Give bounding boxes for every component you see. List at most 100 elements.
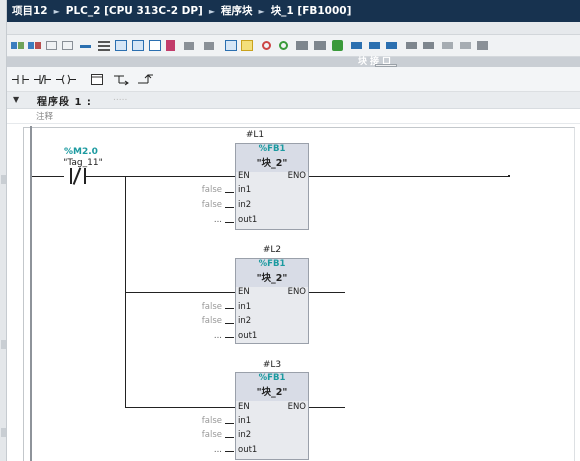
rung-wire xyxy=(85,176,235,177)
branch-wire xyxy=(125,407,235,408)
panel-collapse-handle[interactable] xyxy=(1,428,6,437)
rung-wire xyxy=(32,176,64,177)
param-in2[interactable]: false xyxy=(180,430,222,440)
go-to-previous-icon[interactable] xyxy=(350,39,364,52)
zoom-out-icon[interactable] xyxy=(224,39,238,52)
pin-stub xyxy=(225,337,234,338)
param-out1[interactable]: ... xyxy=(180,331,222,341)
monitor-off-icon[interactable] xyxy=(277,39,291,52)
pin-stub xyxy=(225,423,234,424)
absolute-operands-icon[interactable] xyxy=(148,39,162,52)
param-in1[interactable]: false xyxy=(180,302,222,312)
network-header[interactable]: ▼ 程序段 1 : ..... xyxy=(7,92,580,109)
eno-end-dot xyxy=(508,175,510,177)
breadcrumb-item-program-blocks[interactable]: 程序块 xyxy=(221,5,253,17)
network-title: 程序段 1 : xyxy=(37,97,92,108)
empty-box-icon[interactable] xyxy=(90,72,104,87)
close-branch-icon[interactable] xyxy=(138,72,154,87)
ladder-favorites-toolbar xyxy=(7,67,580,92)
instance-label[interactable]: #L1 xyxy=(218,130,292,140)
chevron-right-icon: ► xyxy=(258,7,265,16)
chevron-right-icon: ► xyxy=(53,7,60,16)
network-options-icon[interactable] xyxy=(79,39,93,52)
panel-collapse-handle[interactable] xyxy=(1,340,6,349)
favorites-icon[interactable] xyxy=(131,39,145,52)
param-in1[interactable]: false xyxy=(180,185,222,195)
fb-number: %FB1 xyxy=(258,144,286,154)
breadcrumb-item-plc[interactable]: PLC_2 [CPU 313C-2 DP] xyxy=(66,5,203,17)
pin-stub xyxy=(225,207,234,208)
comment-divider xyxy=(7,123,580,124)
editor-toolbar xyxy=(7,35,580,57)
left-panel-edge xyxy=(0,0,7,461)
contact-tag[interactable]: "Tag_11" xyxy=(51,158,115,168)
pin-stub xyxy=(225,437,234,438)
breadcrumb: 项目12 ► PLC_2 [CPU 313C-2 DP] ► 程序块 ► 块_1 [FB10… xyxy=(7,0,580,22)
breadcrumb-item-project[interactable]: 项目12 xyxy=(12,5,48,17)
append-row-icon[interactable] xyxy=(61,39,75,52)
go-to-next-icon[interactable] xyxy=(368,39,382,52)
callstruct-icon[interactable] xyxy=(240,39,254,52)
pin-out1: out1 xyxy=(238,331,258,341)
network-comment[interactable]: 注释 xyxy=(36,110,53,122)
pin-out1: out1 xyxy=(238,445,258,455)
compare-icon[interactable] xyxy=(295,39,309,52)
pin-in2: in2 xyxy=(238,430,252,440)
pin-in1: in1 xyxy=(238,302,252,312)
monitor-on-icon[interactable] xyxy=(260,39,274,52)
replace-icon[interactable] xyxy=(405,39,419,52)
open-all-networks-icon[interactable] xyxy=(165,39,179,52)
param-in2[interactable]: false xyxy=(180,200,222,210)
network-title-field[interactable]: ..... xyxy=(113,93,127,103)
param-out1[interactable]: ... xyxy=(180,215,222,225)
eno-wire xyxy=(309,407,345,408)
nc-contact-icon[interactable] xyxy=(34,72,52,87)
pin-stub xyxy=(225,192,234,193)
fb-number: %FB1 xyxy=(258,373,286,383)
settings-icon[interactable] xyxy=(476,39,490,52)
insert-row-icon[interactable] xyxy=(45,39,59,52)
block-interface-bar[interactable]: 块接口 xyxy=(7,57,580,67)
upload-icon[interactable] xyxy=(441,39,455,52)
collapse-triangle-icon[interactable]: ▼ xyxy=(13,95,19,104)
param-out1[interactable]: ... xyxy=(180,445,222,455)
coil-icon[interactable] xyxy=(56,72,76,87)
fb-name: "块_2" xyxy=(256,387,288,398)
delete-network-icon[interactable] xyxy=(28,39,42,52)
pin-in2: in2 xyxy=(238,200,252,210)
breadcrumb-item-block[interactable]: 块_1 [FB1000] xyxy=(271,5,352,17)
instance-label[interactable]: #L3 xyxy=(235,360,309,370)
open-branch-icon[interactable] xyxy=(114,72,130,87)
pin-eno: ENO xyxy=(287,402,306,412)
no-contact-icon[interactable] xyxy=(12,72,30,87)
insert-network-icon[interactable] xyxy=(11,39,25,52)
instance-label[interactable]: #L2 xyxy=(235,245,309,255)
cross-reference-icon[interactable] xyxy=(313,39,327,52)
zoom-in-icon[interactable] xyxy=(203,39,217,52)
eno-wire xyxy=(309,176,509,177)
pin-stub xyxy=(225,451,234,452)
show-comments-icon[interactable] xyxy=(97,39,111,52)
download-icon[interactable] xyxy=(422,39,436,52)
go-to-error-icon[interactable] xyxy=(331,39,345,52)
help-icon[interactable] xyxy=(459,39,473,52)
find-icon[interactable] xyxy=(385,39,399,52)
branch-wire xyxy=(125,292,235,293)
pin-in1: in1 xyxy=(238,185,252,195)
eno-wire xyxy=(309,292,345,293)
contact-address[interactable]: %M2.0 xyxy=(61,147,101,157)
fb-name: "块_2" xyxy=(256,273,288,284)
fb-name: "块_2" xyxy=(256,158,288,169)
close-all-networks-icon[interactable] xyxy=(183,39,197,52)
hide-comments-icon[interactable] xyxy=(114,39,128,52)
pin-out1: out1 xyxy=(238,215,258,225)
pin-eno: ENO xyxy=(287,287,306,297)
pin-stub xyxy=(225,308,234,309)
panel-collapse-handle[interactable] xyxy=(1,175,6,184)
pin-eno: ENO xyxy=(287,171,306,181)
pin-stub xyxy=(225,323,234,324)
title-separator xyxy=(7,22,580,35)
param-in1[interactable]: false xyxy=(180,416,222,426)
param-in2[interactable]: false xyxy=(180,316,222,326)
chevron-right-icon: ► xyxy=(208,7,216,16)
